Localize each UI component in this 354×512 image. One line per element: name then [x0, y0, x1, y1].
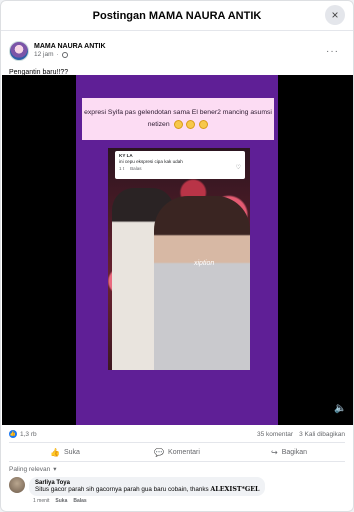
globe-icon [61, 52, 68, 59]
heart-icon: ♡ [235, 165, 241, 171]
comment-filter[interactable]: Paling relevan ▾ [9, 465, 57, 474]
like-count[interactable]: 1,3 rb [20, 431, 37, 438]
chevron-down-icon: ▾ [53, 466, 57, 473]
share-arrow-icon: ↪ [271, 447, 278, 457]
close-icon[interactable]: × [325, 5, 345, 25]
like-reaction-icon: 👍 [9, 430, 17, 438]
post-header: MAMA NAURA ANTIK 12 jam · ··· [1, 31, 353, 65]
modal-header: Postingan MAMA NAURA ANTIK × [1, 1, 353, 31]
monkey-emoji-icon [186, 119, 196, 129]
post-time[interactable]: 12 jam [34, 51, 54, 58]
share-button[interactable]: ↪ Bagikan [233, 443, 345, 461]
commenter-avatar[interactable] [9, 477, 25, 493]
comment-like-button[interactable]: Suka [55, 498, 67, 504]
more-options-icon[interactable]: ··· [326, 46, 345, 57]
page-name[interactable]: MAMA NAURA ANTIK [34, 43, 106, 51]
thumbs-up-icon: 👍 [50, 447, 60, 457]
embedded-comment-time: 1 t [119, 165, 125, 171]
comment-filter-label: Paling relevan [9, 465, 51, 473]
like-button[interactable]: 👍 Suka [9, 443, 121, 461]
post-modal: Postingan MAMA NAURA ANTIK × MAMA NAURA … [0, 0, 354, 512]
page-avatar[interactable] [9, 41, 29, 61]
comment-brand-text: ALEXIST*GEL [210, 486, 260, 493]
video-watermark: xiption [194, 260, 215, 267]
comment-button[interactable]: 💬 Komentari [121, 443, 233, 461]
comment-button-label: Komentari [168, 448, 200, 456]
monkey-emoji-icon [173, 119, 183, 129]
meta-separator: · [56, 51, 59, 59]
grin-emoji-icon [199, 119, 209, 129]
comment-time[interactable]: 1 menit [33, 498, 49, 504]
post-stats: 👍 1,3 rb 35 komentar 3 Kali dibagikan [1, 427, 353, 441]
comment-reply-button[interactable]: Balas [73, 498, 86, 504]
comment-count[interactable]: 35 komentar [257, 431, 293, 438]
share-button-label: Bagikan [281, 448, 307, 456]
share-count[interactable]: 3 Kali dibagikan [299, 431, 345, 438]
comment-text: Situs gacor parah sih gacornya parah gua… [35, 486, 209, 493]
video-player[interactable]: expresi Syifa pas gelendotan sama El ben… [2, 75, 353, 425]
embedded-comment-card: KY LA ini cepu ekspresi cipa kak udah 1 … [115, 151, 245, 179]
comment-bubble: Sarliya Toya Situs gacor parah sih gacor… [29, 477, 266, 496]
post-actions: 👍 Suka 💬 Komentari ↪ Bagikan [9, 442, 345, 462]
volume-icon[interactable]: 🔈 [334, 403, 346, 415]
comment-item: Sarliya Toya Situs gacor parah sih gacor… [9, 477, 309, 504]
bride-figure [154, 196, 250, 370]
video-text-card: expresi Syifa pas gelendotan sama El ben… [82, 98, 274, 140]
modal-title: Postingan MAMA NAURA ANTIK [92, 9, 262, 22]
comment-bubble-icon: 💬 [154, 447, 165, 457]
embedded-comment-reply: Balas [130, 165, 142, 171]
like-button-label: Suka [64, 448, 80, 456]
video-photo: xiption [108, 148, 250, 370]
